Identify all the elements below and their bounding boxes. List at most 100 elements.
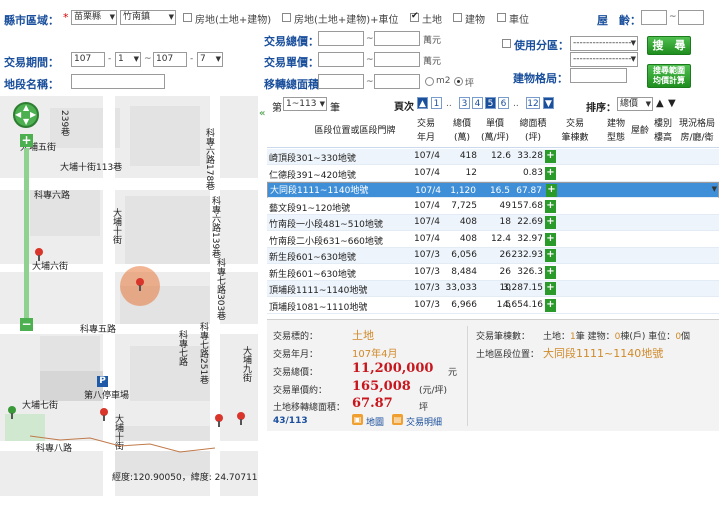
map-link[interactable]: 地圖 — [366, 415, 384, 428]
age-from-input[interactable] — [641, 10, 667, 25]
table-row[interactable]: 新生段601~630地號 107/3 6,056 26 232.93 + — [267, 248, 719, 264]
use-zone-select-2[interactable]: ------------------ — [570, 52, 638, 67]
map-pin-icon[interactable] — [237, 412, 245, 425]
type-checkbox-house-land[interactable] — [183, 13, 192, 22]
period-to-month-select[interactable]: 7 — [197, 52, 223, 67]
landmark-input[interactable] — [71, 74, 165, 89]
cell-trade-ym: 107/3 — [414, 283, 440, 293]
detail-link[interactable]: 交易明細 — [406, 415, 442, 428]
map-road-label: 科專六路 — [34, 191, 71, 201]
expand-plus-icon[interactable]: + — [545, 150, 556, 163]
unit-price-sep: ~ — [366, 55, 374, 65]
detail-type-value: 土地 — [352, 329, 374, 342]
layout-input[interactable] — [570, 68, 627, 83]
county-select[interactable]: 苗栗縣 — [71, 10, 117, 25]
use-zone-checkbox[interactable] — [502, 39, 511, 48]
type-checkbox-house-land-parking[interactable] — [282, 13, 291, 22]
area-from-input[interactable] — [318, 74, 364, 89]
page-prev-icon[interactable]: ▲ — [417, 97, 428, 109]
total-price-from-input[interactable] — [318, 31, 364, 46]
count-parking-unit: 個 — [681, 332, 691, 342]
map-pin-selected-icon[interactable] — [136, 278, 144, 291]
page-link[interactable]: 3 — [459, 97, 470, 109]
expand-plus-icon[interactable]: + — [545, 216, 556, 229]
cell-unit: 12.6 — [490, 151, 511, 161]
expand-plus-icon[interactable]: + — [545, 249, 556, 262]
cell-location: 新生段601~630地號 — [269, 269, 356, 280]
expand-plus-icon[interactable]: + — [545, 199, 556, 213]
type-checkbox-parking[interactable] — [497, 13, 506, 22]
total-price-to-input[interactable] — [374, 31, 420, 46]
header-layout-2: 房/廳/衛 — [680, 133, 714, 143]
page-link-current[interactable]: 5 — [485, 97, 496, 109]
area-to-input[interactable] — [374, 74, 420, 89]
page-link[interactable]: 1 — [431, 97, 442, 109]
area-unit-m2-radio[interactable] — [425, 77, 434, 86]
table-row[interactable]: 竹南段一小段481~510地號 107/4 408 18 22.69 + — [267, 215, 719, 231]
period-from-month-select[interactable]: 1 — [115, 52, 141, 67]
expand-plus-icon[interactable]: + — [545, 166, 556, 180]
area-sep: ~ — [366, 77, 374, 87]
county-label: 縣市區域： — [4, 14, 59, 27]
pan-control[interactable]: ▲ ▼ ◀ ▶ — [13, 102, 39, 128]
expand-plus-icon[interactable]: + — [545, 265, 556, 279]
header-count-1: 交易 — [565, 119, 584, 129]
map-view[interactable]: 239巷 大埔五街 大埔十街113巷 科專六路 科專六路178巷 科專六路139… — [0, 96, 258, 496]
detail-link-icon[interactable]: ▤ — [392, 414, 403, 425]
search-button[interactable]: 搜 尋 — [647, 36, 691, 55]
expand-plus-icon[interactable]: + — [545, 298, 556, 312]
zoom-in-button[interactable]: + — [20, 134, 33, 147]
type-checkbox-land[interactable] — [410, 11, 419, 22]
page-range-select[interactable]: 1~113 — [283, 97, 327, 111]
page-next-icon[interactable]: ▼ — [543, 97, 554, 109]
table-row[interactable]: 大同段1111~1140地號 107/4 1,120 16.5 67.87 + — [267, 182, 719, 198]
sort-desc-icon[interactable]: ▼ — [668, 98, 676, 109]
map-pin-icon[interactable] — [100, 408, 108, 421]
town-select[interactable]: 竹南鎮 — [120, 10, 176, 25]
page-link[interactable]: 6 — [498, 97, 509, 109]
map-pin-icon[interactable] — [35, 248, 43, 261]
period-from-year-input[interactable]: 107 — [71, 52, 105, 67]
map-link-icon[interactable]: ▣ — [352, 414, 363, 425]
table-row[interactable]: 頂埔段1111~1140地號 107/3 33,033 10 3,287.15 + — [267, 281, 719, 297]
pan-left-icon[interactable]: ◀ — [15, 110, 21, 119]
age-to-input[interactable] — [678, 10, 704, 25]
header-height-2: 樓高 — [653, 133, 672, 143]
table-row[interactable]: 新生段601~630地號 107/3 8,484 26 326.3 + — [267, 265, 719, 281]
period-to-year-input[interactable]: 107 — [153, 52, 187, 67]
cell-trade-ym: 107/3 — [414, 266, 440, 277]
cell-trade-ym: 107/4 — [414, 151, 440, 161]
map-pin-icon[interactable] — [215, 414, 223, 427]
zoom-slider-track[interactable] — [24, 148, 29, 318]
pan-up-icon[interactable]: ▲ — [23, 103, 29, 112]
unit-price-to-input[interactable] — [374, 52, 420, 67]
type-checkbox-building[interactable] — [453, 13, 462, 22]
table-row[interactable]: 崎頂段301~330地號 107/4 418 12.6 33.28 + — [267, 149, 719, 165]
zoom-out-button[interactable]: − — [20, 318, 33, 331]
area-unit-ping-radio[interactable] — [454, 77, 463, 86]
use-zone-select[interactable]: ------------------ — [570, 36, 638, 51]
header-height-1: 樓別 — [653, 119, 672, 129]
detail-unit-unit: (元/坪) — [419, 386, 448, 396]
detail-type-label: 交易標的： — [273, 332, 319, 342]
unit-price-from-input[interactable] — [318, 52, 364, 67]
sort-select[interactable]: 總價 — [617, 97, 653, 111]
table-row[interactable]: 仁德段391~420地號 107/4 12 0.83 + — [267, 166, 719, 182]
expand-plus-icon[interactable]: + — [546, 184, 557, 197]
period-from-month-value: 1 — [118, 54, 124, 64]
table-row[interactable]: 竹南段二小段631~660地號 107/4 408 12.4 32.97 + — [267, 232, 719, 248]
cell-area: 33.28 — [517, 151, 543, 161]
collapse-panel-icon[interactable]: « — [259, 108, 265, 119]
table-row[interactable]: 頂埔段1081~1110地號 107/3 6,966 1.5 4,654.16 + — [267, 298, 719, 314]
pan-right-icon[interactable]: ▶ — [30, 110, 36, 119]
average-calc-button[interactable]: 搜尋範圍 均價計算 — [647, 64, 691, 88]
expand-plus-icon[interactable]: + — [545, 282, 556, 295]
page-link[interactable]: 12 — [526, 97, 540, 109]
table-row[interactable]: 藝文段91~120地號 107/4 7,725 49 157.68 + — [267, 199, 719, 215]
expand-plus-icon[interactable]: + — [545, 232, 556, 246]
type-label-house-land: 房地(土地+建物) — [195, 15, 272, 26]
sort-asc-icon[interactable]: ▲ — [656, 98, 664, 109]
unit-price-unit: 萬元 — [423, 57, 442, 67]
page-link[interactable]: 4 — [472, 97, 483, 109]
pan-down-icon[interactable]: ▼ — [23, 117, 29, 126]
